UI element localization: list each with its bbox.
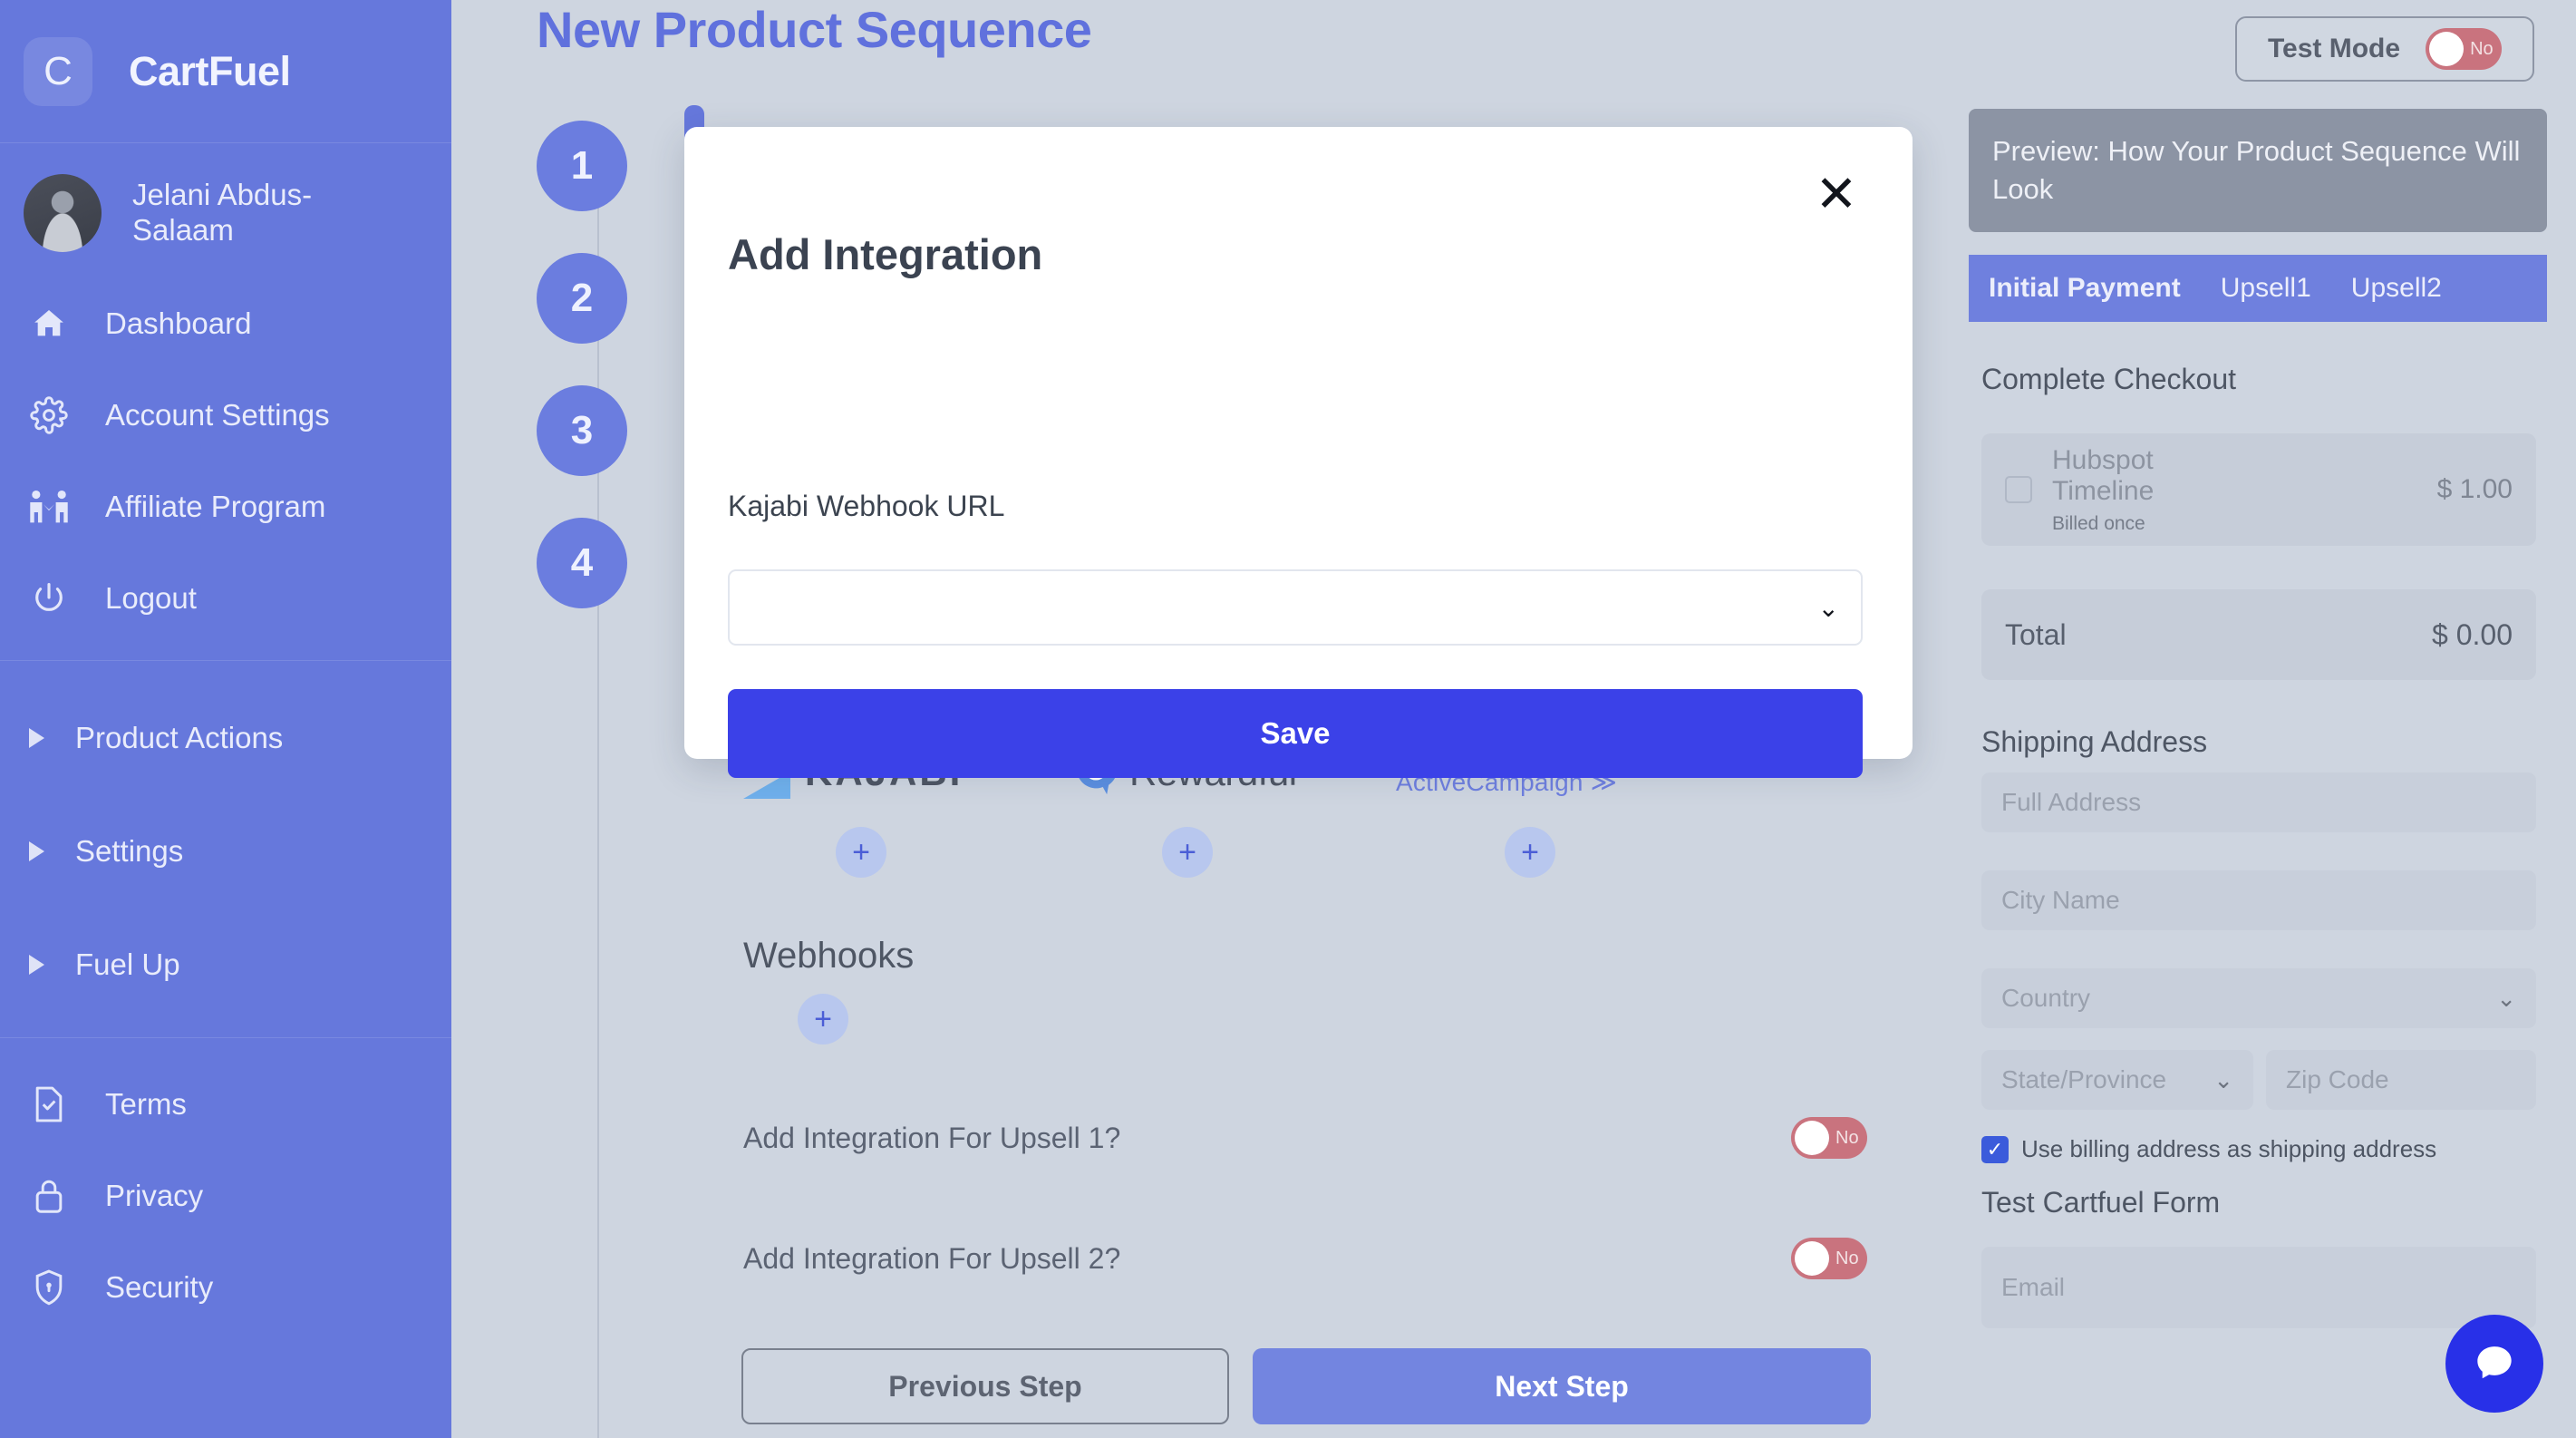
chevron-down-icon: ⌄: [1817, 593, 1839, 622]
add-integration-modal: ✕ Add Integration Kajabi Webhook URL ⌄ S…: [684, 127, 1913, 778]
close-icon[interactable]: ✕: [1811, 169, 1862, 219]
webhook-url-select[interactable]: ⌄: [728, 569, 1863, 646]
save-button[interactable]: Save: [728, 689, 1863, 778]
modal-overlay[interactable]: ✕ Add Integration Kajabi Webhook URL ⌄ S…: [0, 0, 2576, 1438]
modal-title: Add Integration: [728, 230, 1043, 278]
close-glyph: ✕: [1815, 165, 1858, 222]
webhook-url-label: Kajabi Webhook URL: [728, 490, 1005, 522]
chat-bubble-glyph: [2477, 1346, 2512, 1379]
chat-bubble-icon[interactable]: [2445, 1315, 2543, 1413]
